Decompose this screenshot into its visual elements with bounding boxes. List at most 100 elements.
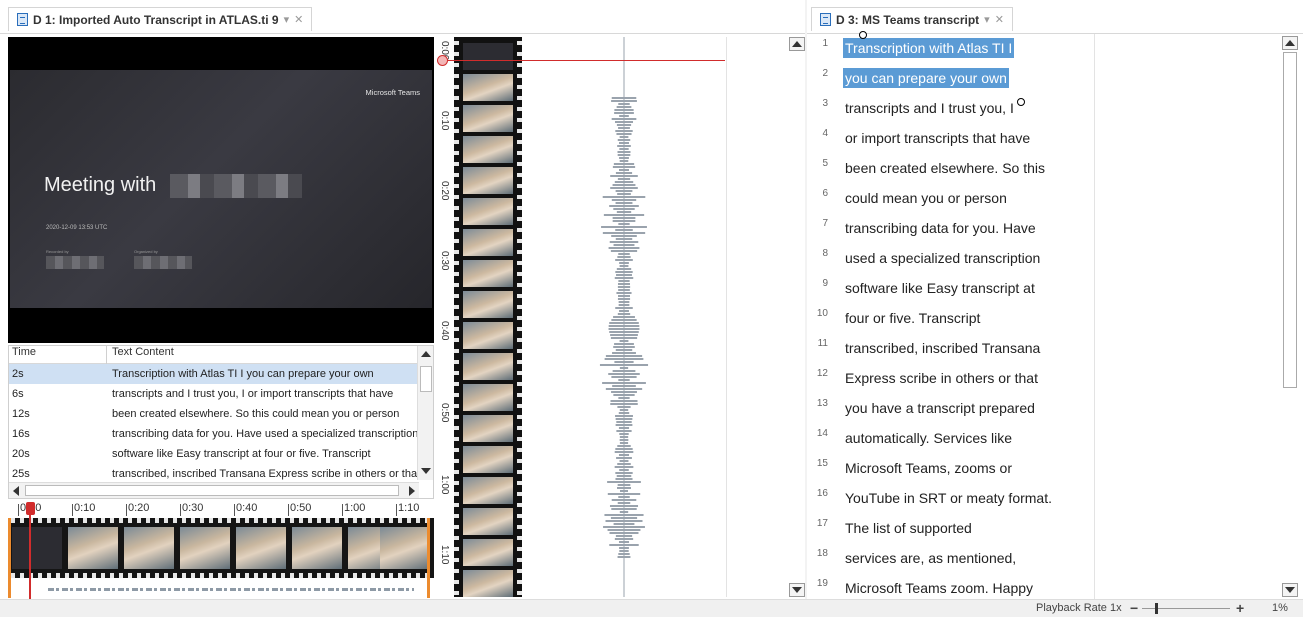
line-text[interactable]: transcribing data for you. Have [843, 218, 1038, 238]
line-text[interactable]: could mean you or person [843, 188, 1009, 208]
transcript-line[interactable]: 1 Transcription with Atlas TI I [807, 34, 1107, 64]
range-end-marker[interactable] [427, 518, 430, 598]
line-text[interactable]: you have a transcript prepared [843, 398, 1037, 418]
waveform-bar [617, 145, 631, 147]
tab-d1[interactable]: D 1: Imported Auto Transcript in ATLAS.t… [8, 7, 313, 31]
line-text[interactable]: four or five. Transcript [843, 308, 982, 328]
scroll-up-button[interactable] [789, 37, 805, 51]
column-header-time[interactable]: Time [12, 346, 36, 358]
table-row[interactable]: 25s transcribed, inscribed Transana Expr… [9, 464, 419, 480]
scroll-down-button[interactable] [1282, 583, 1298, 597]
line-number: 18 [816, 548, 828, 559]
waveform-bar [615, 172, 633, 174]
table-horizontal-scrollbar[interactable] [9, 482, 419, 498]
line-text[interactable]: automatically. Services like [843, 428, 1014, 448]
zoom-in-button[interactable]: + [1236, 600, 1244, 616]
line-text[interactable]: or import transcripts that have [843, 128, 1032, 148]
waveform-bar [615, 229, 633, 231]
line-text[interactable]: Express scribe in others or that [843, 368, 1040, 388]
table-row[interactable]: 20s software like Easy transcript at fou… [9, 444, 419, 464]
transcript-line[interactable]: 15 Microsoft Teams, zooms or [807, 454, 1107, 484]
tab-close-icon[interactable]: ✕ [995, 13, 1004, 26]
row-text: transcribed, inscribed Transana Express … [112, 468, 419, 480]
scroll-thumb[interactable] [25, 485, 399, 496]
transcript-line[interactable]: 3 transcripts and I trust you, I [807, 94, 1107, 124]
transcript-line[interactable]: 11 transcribed, inscribed Transana [807, 334, 1107, 364]
transcript-line[interactable]: 17 The list of supported [807, 514, 1107, 544]
transcript-line[interactable]: 5 been created elsewhere. So this [807, 154, 1107, 184]
line-text[interactable]: Microsoft Teams, zooms or [843, 458, 1014, 478]
audio-waveform[interactable] [522, 37, 726, 597]
waveform-bar [603, 214, 645, 216]
waveform-bar [615, 415, 633, 417]
scroll-thumb[interactable] [420, 366, 432, 392]
tab-d3[interactable]: D 3: MS Teams transcript ▾ ✕ [811, 7, 1013, 31]
line-text[interactable]: software like Easy transcript at [843, 278, 1037, 298]
table-row[interactable]: 6s transcripts and I trust you, I or imp… [9, 384, 419, 404]
transcript-line[interactable]: 18 services are, as mentioned, [807, 544, 1107, 574]
video-thumbnail [463, 260, 513, 287]
waveform-bar [619, 115, 629, 117]
scroll-thumb[interactable] [1283, 52, 1297, 388]
transcript-line[interactable]: 10 four or five. Transcript [807, 304, 1107, 334]
table-vertical-scrollbar[interactable] [417, 346, 433, 480]
transcript-line[interactable]: 16 YouTube in SRT or meaty format. [807, 484, 1107, 514]
timeline-playhead[interactable] [29, 502, 31, 599]
document-vertical-scrollbar[interactable] [1282, 34, 1298, 599]
waveform-bar [610, 517, 638, 519]
line-text[interactable]: Microsoft Teams zoom. Happy [843, 578, 1035, 598]
video-player[interactable]: Microsoft Teams Meeting with 2020-12-09 … [8, 37, 434, 343]
transcript-line[interactable]: 4 or import transcripts that have [807, 124, 1107, 154]
line-text[interactable]: YouTube in SRT or meaty format. [843, 488, 1054, 508]
line-text[interactable]: you can prepare your own [843, 68, 1009, 88]
scroll-left-icon[interactable] [13, 486, 19, 496]
scroll-down-button[interactable] [789, 583, 805, 597]
line-text[interactable]: transcribed, inscribed Transana [843, 338, 1042, 358]
column-divider[interactable] [106, 346, 107, 364]
waveform-bar [612, 166, 636, 168]
horizontal-timeline[interactable]: 0:00 0:10 0:20 0:30 0:40 0:50 1:00 1:10 [8, 502, 434, 599]
playhead-position-icon[interactable] [437, 55, 448, 66]
table-row[interactable]: 16s transcribing data for you. Have used… [9, 424, 419, 444]
range-start-marker[interactable] [8, 518, 11, 598]
line-text[interactable]: services are, as mentioned, [843, 548, 1018, 568]
vertical-time-ruler: 0:00 0:10 0:20 0:30 0:40 0:50 1:00 1:10 [436, 37, 454, 597]
transcript-line[interactable]: 14 automatically. Services like [807, 424, 1107, 454]
line-text[interactable]: transcripts and I trust you, I [843, 98, 1016, 118]
scroll-up-icon[interactable] [421, 351, 431, 357]
waveform-bar [619, 367, 629, 369]
transcript-line[interactable]: 8 used a specialized transcription [807, 244, 1107, 274]
tab-dropdown-icon[interactable]: ▾ [984, 13, 990, 26]
line-text[interactable]: been created elsewhere. So this [843, 158, 1047, 178]
line-text[interactable]: Transcription with Atlas TI I [843, 38, 1015, 58]
selection-handle-start-icon[interactable] [859, 31, 867, 39]
line-text[interactable]: The list of supported [843, 518, 974, 538]
playhead-handle[interactable] [26, 502, 35, 515]
video-thumbnail [463, 322, 513, 349]
waveform-bar [617, 313, 631, 315]
waveform-bar [618, 304, 630, 306]
waveform-bar [610, 250, 638, 252]
table-row[interactable]: 12s been created elsewhere. So this coul… [9, 404, 419, 424]
zoom-slider-thumb[interactable] [1155, 603, 1158, 614]
transcript-line[interactable]: 2 you can prepare your own [807, 64, 1107, 94]
scroll-down-icon[interactable] [421, 468, 431, 474]
waveform-bar [617, 139, 631, 141]
transcript-line[interactable]: 7 transcribing data for you. Have [807, 214, 1107, 244]
zoom-out-button[interactable]: − [1130, 600, 1138, 616]
row-time: 16s [12, 428, 30, 440]
transcript-line[interactable]: 9 software like Easy transcript at [807, 274, 1107, 304]
selection-handle-end-icon[interactable] [1017, 98, 1025, 106]
scroll-down-icon [792, 587, 802, 593]
table-row[interactable]: 2s Transcription with Atlas TI I you can… [9, 364, 419, 384]
transcript-line[interactable]: 13 you have a transcript prepared [807, 394, 1107, 424]
column-header-text[interactable]: Text Content [112, 346, 174, 358]
transcript-line[interactable]: 12 Express scribe in others or that [807, 364, 1107, 394]
waveform-bar [616, 430, 632, 432]
scroll-up-button[interactable] [1282, 36, 1298, 50]
tab-close-icon[interactable]: ✕ [294, 13, 303, 26]
scroll-right-icon[interactable] [409, 486, 415, 496]
transcript-line[interactable]: 6 could mean you or person [807, 184, 1107, 214]
line-text[interactable]: used a specialized transcription [843, 248, 1042, 268]
tab-dropdown-icon[interactable]: ▾ [284, 13, 290, 26]
